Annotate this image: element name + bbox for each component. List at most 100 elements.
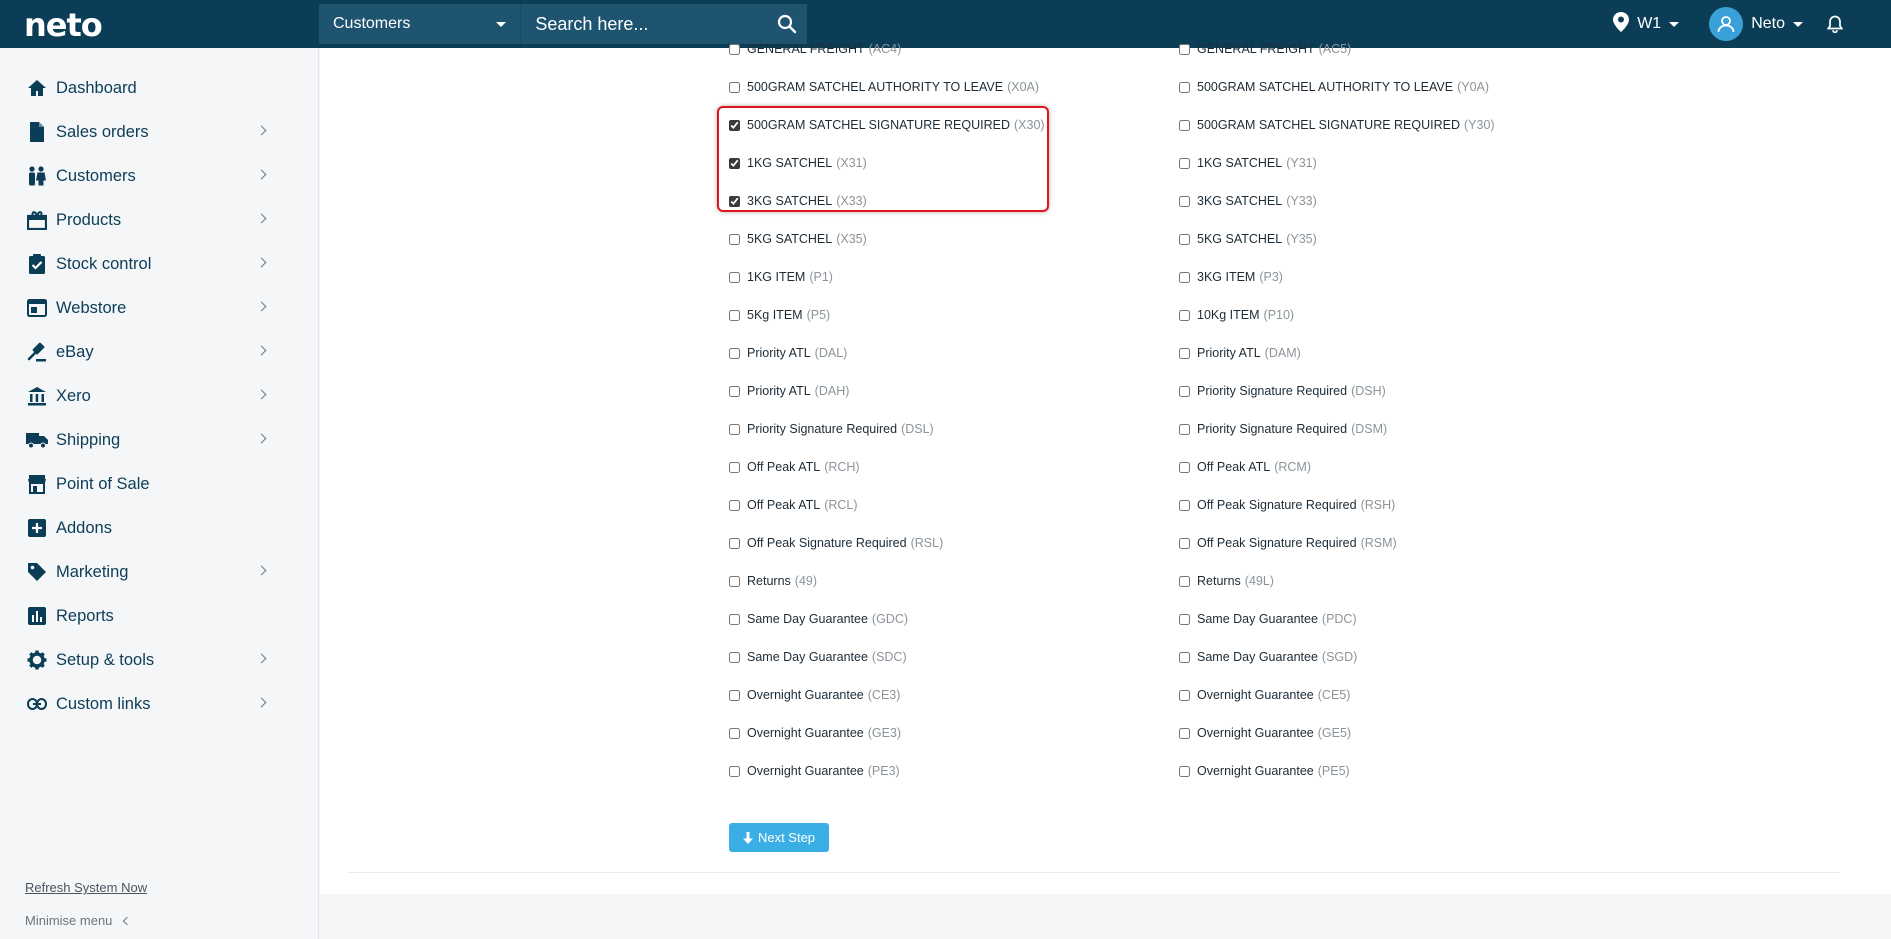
neto-logo[interactable]: neto xyxy=(24,6,103,44)
plus-square-icon xyxy=(26,517,48,539)
shipping-option-left[interactable]: GENERAL FREIGHT (AC4) xyxy=(729,40,901,58)
shipping-option-checkbox[interactable] xyxy=(1179,271,1190,283)
shipping-option-checkbox[interactable] xyxy=(1179,119,1190,131)
shipping-option-checkbox[interactable] xyxy=(729,309,740,321)
shipping-option-checkbox[interactable] xyxy=(1179,347,1190,359)
search-icon[interactable] xyxy=(767,4,807,44)
shipping-option-checkbox[interactable] xyxy=(1179,689,1190,701)
sidebar-item-xero[interactable]: Xero xyxy=(0,376,319,416)
shipping-option-right[interactable]: Off Peak Signature Required (RSH) xyxy=(1179,496,1395,514)
shipping-option-right[interactable]: Priority Signature Required (DSM) xyxy=(1179,420,1387,438)
bell-icon[interactable] xyxy=(1827,15,1843,33)
search-category-select[interactable]: Customers xyxy=(319,4,522,44)
shipping-option-left[interactable]: Overnight Guarantee (CE3) xyxy=(729,686,900,704)
shipping-option-checkbox[interactable] xyxy=(729,499,740,511)
sidebar-item-marketing[interactable]: Marketing xyxy=(0,552,319,592)
shipping-option-right[interactable]: Returns (49L) xyxy=(1179,572,1274,590)
shipping-option-left[interactable]: Same Day Guarantee (SDC) xyxy=(729,648,907,666)
shipping-option-left[interactable]: Off Peak ATL (RCL) xyxy=(729,496,858,514)
shipping-option-checkbox[interactable] xyxy=(1179,81,1190,93)
shipping-option-left[interactable]: 5KG SATCHEL (X35) xyxy=(729,230,867,248)
shipping-option-checkbox[interactable] xyxy=(729,347,740,359)
sidebar-item-stock-control[interactable]: Stock control xyxy=(0,244,319,284)
shipping-option-checkbox[interactable] xyxy=(1179,309,1190,321)
minimise-menu-button[interactable]: Minimise menu xyxy=(25,913,132,928)
sidebar-item-shipping[interactable]: Shipping xyxy=(0,420,319,460)
shipping-option-right[interactable]: Overnight Guarantee (PE5) xyxy=(1179,762,1350,780)
shipping-option-right[interactable]: Off Peak Signature Required (RSM) xyxy=(1179,534,1397,552)
shipping-option-right[interactable]: Off Peak ATL (RCM) xyxy=(1179,458,1311,476)
shipping-option-left[interactable]: Priority ATL (DAL) xyxy=(729,344,847,362)
shipping-option-checkbox[interactable] xyxy=(729,461,740,473)
shipping-option-left[interactable]: 500GRAM SATCHEL AUTHORITY TO LEAVE (X0A) xyxy=(729,78,1039,96)
sidebar-item-sales-orders[interactable]: Sales orders xyxy=(0,112,319,152)
shipping-option-checkbox[interactable] xyxy=(1179,575,1190,587)
shipping-option-checkbox[interactable] xyxy=(729,385,740,397)
sidebar-item-customers[interactable]: Customers xyxy=(0,156,319,196)
location-switcher[interactable]: W1 xyxy=(1613,11,1680,37)
shipping-option-checkbox[interactable] xyxy=(729,575,740,587)
shipping-option-right[interactable]: GENERAL FREIGHT (AC5) xyxy=(1179,40,1351,58)
shipping-option-right[interactable]: Same Day Guarantee (SGD) xyxy=(1179,648,1357,666)
shipping-option-right[interactable]: Priority Signature Required (DSH) xyxy=(1179,382,1386,400)
shipping-option-checkbox[interactable] xyxy=(1179,537,1190,549)
shipping-option-checkbox[interactable] xyxy=(1179,765,1190,777)
shipping-option-checkbox[interactable] xyxy=(1179,195,1190,207)
shipping-option-checkbox[interactable] xyxy=(729,651,740,663)
shipping-option-right[interactable]: Priority ATL (DAM) xyxy=(1179,344,1301,362)
next-step-button[interactable]: Next Step xyxy=(729,823,829,852)
shipping-option-checkbox[interactable] xyxy=(1179,651,1190,663)
sidebar-item-custom-links[interactable]: Custom links xyxy=(0,684,319,724)
shipping-option-checkbox[interactable] xyxy=(729,765,740,777)
shipping-option-right[interactable]: Same Day Guarantee (PDC) xyxy=(1179,610,1357,628)
sidebar-item-setup-tools[interactable]: Setup & tools xyxy=(0,640,319,680)
shipping-option-left[interactable]: Off Peak Signature Required (RSL) xyxy=(729,534,943,552)
shipping-option-checkbox[interactable] xyxy=(729,727,740,739)
shipping-option-checkbox[interactable] xyxy=(729,233,740,245)
shipping-option-right[interactable]: Overnight Guarantee (CE5) xyxy=(1179,686,1350,704)
sidebar-item-point-of-sale[interactable]: Point of Sale xyxy=(0,464,319,504)
shipping-option-left[interactable]: Overnight Guarantee (PE3) xyxy=(729,762,900,780)
shipping-option-checkbox[interactable] xyxy=(729,613,740,625)
shipping-option-left[interactable]: Priority ATL (DAH) xyxy=(729,382,849,400)
shipping-option-left[interactable]: Off Peak ATL (RCH) xyxy=(729,458,860,476)
shipping-option-checkbox[interactable] xyxy=(1179,499,1190,511)
shipping-option-checkbox[interactable] xyxy=(729,423,740,435)
sidebar-item-addons[interactable]: Addons xyxy=(0,508,319,548)
refresh-system-link[interactable]: Refresh System Now xyxy=(25,880,147,895)
shipping-option-right[interactable]: 3KG ITEM (P3) xyxy=(1179,268,1283,286)
shipping-option-right[interactable]: Overnight Guarantee (GE5) xyxy=(1179,724,1351,742)
shipping-option-left[interactable]: 1KG ITEM (P1) xyxy=(729,268,833,286)
sidebar-item-products[interactable]: Products xyxy=(0,200,319,240)
shipping-option-left[interactable]: Returns (49) xyxy=(729,572,817,590)
shipping-option-right[interactable]: 1KG SATCHEL (Y31) xyxy=(1179,154,1317,172)
sidebar-item-webstore[interactable]: Webstore xyxy=(0,288,319,328)
sidebar-item-reports[interactable]: Reports xyxy=(0,596,319,636)
shipping-option-checkbox[interactable] xyxy=(729,271,740,283)
shipping-option-checkbox[interactable] xyxy=(729,537,740,549)
shipping-option-right[interactable]: 10Kg ITEM (P10) xyxy=(1179,306,1294,324)
shipping-option-checkbox[interactable] xyxy=(1179,727,1190,739)
shipping-option-left[interactable]: Same Day Guarantee (GDC) xyxy=(729,610,908,628)
shipping-option-right[interactable]: 5KG SATCHEL (Y35) xyxy=(1179,230,1317,248)
shipping-option-checkbox[interactable] xyxy=(1179,157,1190,169)
shipping-option-left[interactable]: 5Kg ITEM (P5) xyxy=(729,306,830,324)
shipping-option-checkbox[interactable] xyxy=(1179,613,1190,625)
user-menu[interactable]: Neto xyxy=(1709,7,1803,41)
shipping-option-checkbox[interactable] xyxy=(729,689,740,701)
shipping-option-left[interactable]: Overnight Guarantee (GE3) xyxy=(729,724,901,742)
shipping-option-checkbox[interactable] xyxy=(1179,43,1190,55)
shipping-option-checkbox[interactable] xyxy=(1179,385,1190,397)
shipping-option-checkbox[interactable] xyxy=(729,43,740,55)
search-input[interactable] xyxy=(521,4,768,44)
shipping-option-right[interactable]: 500GRAM SATCHEL SIGNATURE REQUIRED (Y30) xyxy=(1179,116,1495,134)
shipping-option-right[interactable]: 500GRAM SATCHEL AUTHORITY TO LEAVE (Y0A) xyxy=(1179,78,1489,96)
shipping-option-checkbox[interactable] xyxy=(729,81,740,93)
shipping-option-left[interactable]: Priority Signature Required (DSL) xyxy=(729,420,934,438)
shipping-option-right[interactable]: 3KG SATCHEL (Y33) xyxy=(1179,192,1317,210)
shipping-option-checkbox[interactable] xyxy=(1179,233,1190,245)
sidebar-item-dashboard[interactable]: Dashboard xyxy=(0,68,319,108)
sidebar-item-ebay[interactable]: eBay xyxy=(0,332,319,372)
shipping-option-checkbox[interactable] xyxy=(1179,423,1190,435)
shipping-option-checkbox[interactable] xyxy=(1179,461,1190,473)
